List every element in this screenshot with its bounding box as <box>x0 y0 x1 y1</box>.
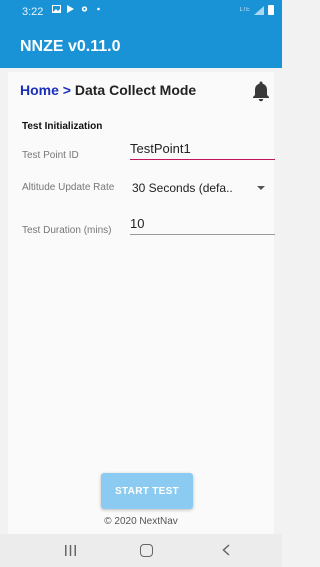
settings-icon <box>81 6 88 12</box>
bell-icon[interactable] <box>251 80 271 102</box>
back-icon[interactable] <box>221 544 231 556</box>
test-point-id-label: Test Point ID <box>22 150 79 161</box>
test-point-id-field[interactable] <box>130 138 275 159</box>
signal-icon <box>254 5 264 15</box>
duration-field-wrapper <box>130 213 275 235</box>
network-label: LTE <box>239 7 250 13</box>
recent-apps-icon[interactable] <box>64 545 77 556</box>
altitude-rate-label: Altitude Update Rate <box>22 182 115 193</box>
dot-icon <box>97 7 100 11</box>
dropdown-arrow-icon <box>257 186 265 190</box>
breadcrumb: Home > Data Collect Mode <box>20 82 196 98</box>
battery-icon <box>268 5 274 15</box>
app-title: NNZE v0.11.0 <box>20 38 121 55</box>
breadcrumb-home-link[interactable]: Home > <box>20 82 71 98</box>
start-test-button[interactable]: START TEST <box>101 473 193 509</box>
play-store-icon <box>67 5 74 13</box>
footer-copyright: © 2020 NextNav <box>104 516 178 527</box>
gallery-icon <box>52 5 61 13</box>
section-title: Test Initialization <box>22 121 103 132</box>
test-point-id-field-wrapper <box>130 138 275 160</box>
breadcrumb-current: Data Collect Mode <box>74 82 197 98</box>
duration-label: Test Duration (mins) <box>22 225 112 236</box>
system-nav-bar <box>0 534 282 567</box>
status-bar: 3:22 LTE <box>0 0 282 24</box>
altitude-rate-value: 30 Seconds (defa.. <box>132 181 233 195</box>
home-nav-icon[interactable] <box>140 544 153 557</box>
app-bar: NNZE v0.11.0 <box>0 24 282 68</box>
altitude-rate-dropdown[interactable]: 30 Seconds (defa.. <box>130 176 275 198</box>
status-time: 3:22 <box>22 6 44 18</box>
duration-field[interactable] <box>130 213 275 234</box>
